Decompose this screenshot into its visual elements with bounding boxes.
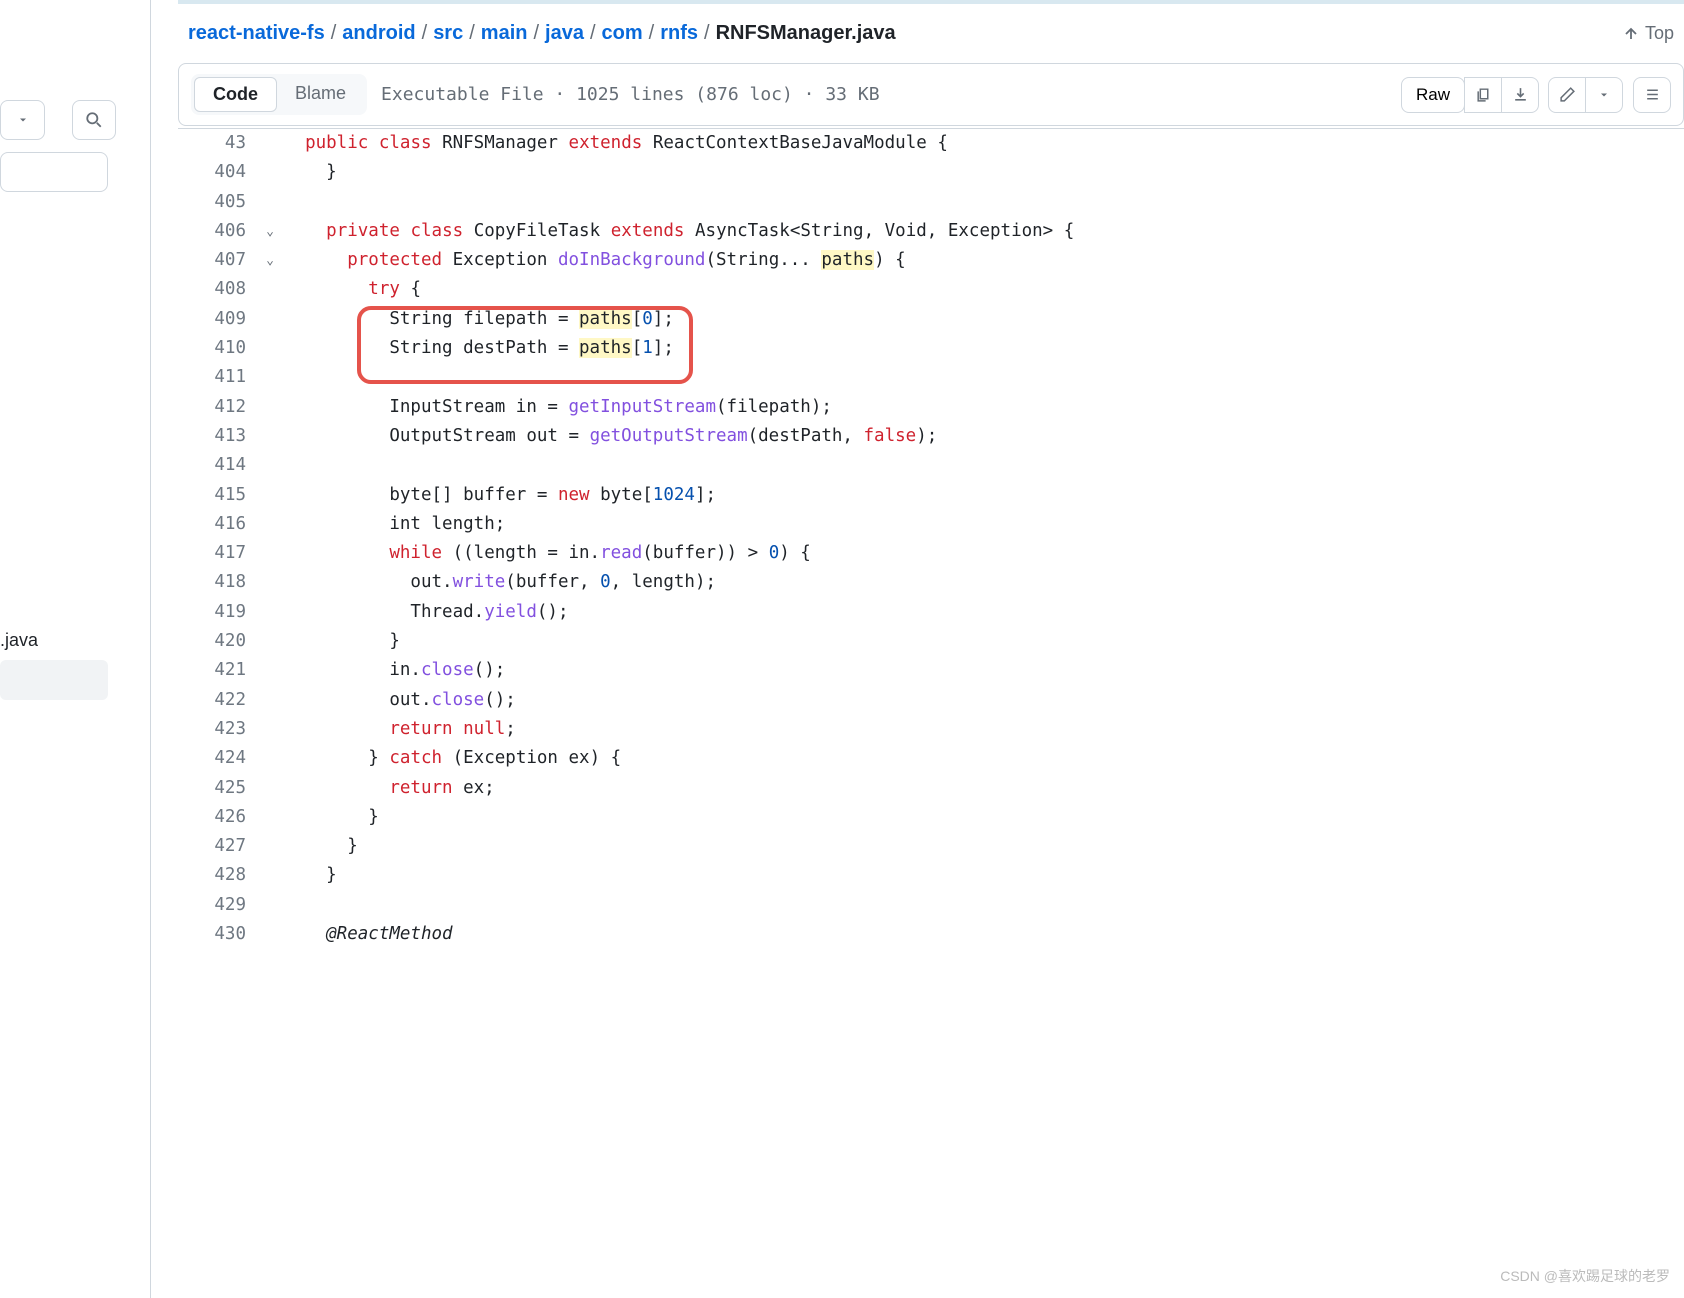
file-tree-panel: .java	[0, 0, 150, 1298]
breadcrumb: react-native-fs / android / src / main /…	[188, 22, 896, 45]
code-line: 428 }	[178, 861, 1684, 890]
breadcrumb-sep: /	[422, 22, 428, 45]
code-line: 430 @ReactMethod	[178, 920, 1684, 949]
breadcrumb-sep: /	[533, 22, 539, 45]
symbols-button[interactable]	[1633, 77, 1671, 113]
breadcrumb-com[interactable]: com	[602, 22, 643, 45]
download-button[interactable]	[1501, 77, 1539, 113]
breadcrumb-java[interactable]: java	[545, 22, 584, 45]
code-line: 413 OutputStream out = getOutputStream(d…	[178, 422, 1684, 451]
code-line: 412 InputStream in = getInputStream(file…	[178, 393, 1684, 422]
code-line: 424 } catch (Exception ex) {	[178, 744, 1684, 773]
breadcrumb-sep: /	[590, 22, 596, 45]
caret-down-icon	[1598, 89, 1610, 101]
code-line: 419 Thread.yield();	[178, 598, 1684, 627]
file-extension-label: .java	[0, 630, 38, 651]
breadcrumb-row: react-native-fs / android / src / main /…	[178, 4, 1684, 63]
raw-button[interactable]: Raw	[1401, 77, 1465, 113]
fold-chevron-icon[interactable]: ⌄	[266, 246, 274, 275]
code-line: 406⌄ private class CopyFileTask extends …	[178, 217, 1684, 246]
code-line: 426 }	[178, 803, 1684, 832]
code-line: 418 out.write(buffer, 0, length);	[178, 568, 1684, 597]
copy-button[interactable]	[1464, 77, 1502, 113]
code-line: 404 }	[178, 158, 1684, 187]
code-line: 421 in.close();	[178, 656, 1684, 685]
breadcrumb-current: RNFSManager.java	[716, 22, 896, 45]
breadcrumb-android[interactable]: android	[342, 22, 415, 45]
code-line: 407⌄ protected Exception doInBackground(…	[178, 246, 1684, 275]
code-line: 408 try {	[178, 275, 1684, 304]
edit-button[interactable]	[1548, 77, 1586, 113]
file-info: Executable File · 1025 lines (876 loc) ·…	[381, 84, 880, 105]
code-line: 414	[178, 451, 1684, 480]
code-line: 427 }	[178, 832, 1684, 861]
code-line: 415 byte[] buffer = new byte[1024];	[178, 481, 1684, 510]
arrow-up-icon	[1623, 26, 1639, 42]
tab-blame[interactable]: Blame	[277, 77, 364, 112]
file-tree-selected-row[interactable]	[0, 660, 108, 700]
breadcrumb-rnfs[interactable]: rnfs	[660, 22, 698, 45]
code-line: 422 out.close();	[178, 686, 1684, 715]
top-link-label: Top	[1645, 23, 1674, 44]
search-icon	[85, 111, 103, 129]
copy-icon	[1475, 86, 1492, 103]
code-line: 411	[178, 363, 1684, 392]
view-tabs: Code Blame	[191, 74, 367, 115]
code-line: 429	[178, 891, 1684, 920]
code-line: 405	[178, 188, 1684, 217]
code-line: 425 return ex;	[178, 774, 1684, 803]
breadcrumb-main[interactable]: main	[481, 22, 528, 45]
triangle-down-icon	[17, 114, 29, 126]
breadcrumb-sep: /	[704, 22, 710, 45]
pencil-icon	[1559, 86, 1576, 103]
list-icon	[1644, 86, 1661, 103]
download-icon	[1512, 86, 1529, 103]
code-line: 416 int length;	[178, 510, 1684, 539]
code-line: 420 }	[178, 627, 1684, 656]
file-toolbar: Code Blame Executable File · 1025 lines …	[178, 63, 1684, 126]
panel-divider	[150, 0, 151, 1298]
code-line: 409 String filepath = paths[0];	[178, 305, 1684, 334]
code-line: 423 return null;	[178, 715, 1684, 744]
breadcrumb-src[interactable]: src	[433, 22, 463, 45]
branch-dropdown[interactable]	[0, 100, 45, 140]
code-view[interactable]: 43 public class RNFSManager extends Reac…	[178, 128, 1684, 949]
code-line: 417 while ((length = in.read(buffer)) > …	[178, 539, 1684, 568]
tab-code[interactable]: Code	[194, 77, 277, 112]
top-link[interactable]: Top	[1623, 23, 1674, 44]
code-line: 410 String destPath = paths[1];	[178, 334, 1684, 363]
file-search-button[interactable]	[72, 100, 116, 140]
breadcrumb-root[interactable]: react-native-fs	[188, 22, 325, 45]
code-line: 43 public class RNFSManager extends Reac…	[178, 129, 1684, 158]
breadcrumb-sep: /	[331, 22, 337, 45]
edit-dropdown[interactable]	[1585, 77, 1623, 113]
watermark: CSDN @喜欢踢足球的老罗	[1500, 1266, 1670, 1286]
breadcrumb-sep: /	[469, 22, 475, 45]
file-filter-box[interactable]	[0, 152, 108, 192]
fold-chevron-icon[interactable]: ⌄	[266, 217, 274, 246]
main-content: react-native-fs / android / src / main /…	[178, 0, 1684, 1298]
breadcrumb-sep: /	[649, 22, 655, 45]
